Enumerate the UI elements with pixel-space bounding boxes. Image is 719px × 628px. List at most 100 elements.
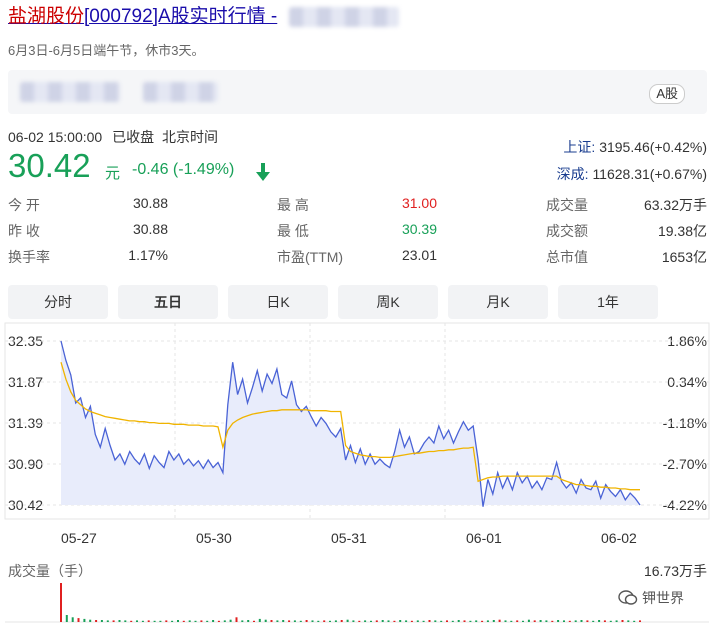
volume-bar — [527, 619, 530, 622]
volume-bar — [71, 617, 74, 622]
volume-bar — [288, 620, 291, 622]
volume-bar — [305, 620, 308, 622]
volume-bar — [264, 619, 267, 622]
volume-bar — [177, 620, 179, 622]
volume-bar — [153, 620, 156, 622]
volume-bar — [346, 619, 349, 622]
volume-bar — [206, 620, 209, 622]
volume-bar — [469, 620, 472, 622]
volume-bar — [130, 620, 133, 622]
volume-bar — [574, 620, 577, 622]
volume-bar — [65, 615, 68, 622]
volume-bar — [609, 620, 612, 622]
volume-bar — [77, 618, 80, 622]
volume-bar — [434, 620, 437, 622]
volume-bar — [557, 620, 560, 622]
volume-bar — [200, 620, 203, 622]
volume-bar — [481, 620, 484, 622]
volume-bar — [516, 620, 519, 622]
volume-bar — [475, 620, 478, 622]
volume-bar — [603, 620, 606, 622]
volume-bar — [539, 620, 542, 622]
x-tick: 05-30 — [196, 530, 232, 546]
volume-bar — [405, 620, 408, 622]
x-tick: 05-27 — [61, 530, 97, 546]
volume-bar — [592, 620, 595, 622]
volume-bar — [615, 620, 618, 622]
x-tick: 06-02 — [601, 530, 637, 546]
volume-bar — [428, 620, 431, 622]
volume-bar — [393, 620, 396, 622]
volume-bar — [621, 620, 624, 622]
volume-title: 成交量（手） — [8, 563, 92, 579]
volume-bar — [276, 620, 279, 622]
volume-bar — [60, 583, 62, 622]
volume-bar — [492, 620, 495, 622]
volume-bar — [141, 620, 144, 622]
volume-bar — [358, 620, 361, 622]
volume-bar — [387, 620, 390, 622]
volume-bar — [136, 620, 138, 622]
volume-bar — [533, 620, 536, 622]
volume-bar — [504, 620, 507, 622]
watermark: 钾世界 — [618, 588, 684, 608]
volume-bar — [457, 620, 460, 622]
volume-bar — [165, 620, 168, 622]
volume-bar — [235, 617, 238, 622]
volume-bar — [299, 620, 302, 622]
volume-bar — [451, 620, 454, 622]
volume-bar — [188, 620, 191, 622]
volume-bar — [639, 620, 641, 622]
volume-bar — [522, 620, 524, 622]
volume-bar — [323, 620, 326, 622]
volume-bar — [229, 619, 232, 622]
volume-bar — [100, 620, 103, 622]
volume-bar — [171, 620, 174, 622]
volume-bar — [627, 620, 630, 622]
volume-bar — [370, 620, 372, 622]
volume-bar — [223, 620, 226, 622]
volume-bar — [106, 620, 109, 622]
volume-bar — [329, 620, 331, 622]
volume-bar — [486, 620, 489, 622]
volume-bar — [580, 620, 583, 622]
volume-bar — [217, 620, 220, 622]
volume-bar — [258, 618, 261, 622]
volume-bar — [194, 620, 197, 622]
volume-bar — [545, 620, 548, 622]
volume-bar — [89, 619, 92, 622]
x-tick: 05-31 — [331, 530, 367, 546]
volume-bar — [311, 620, 314, 622]
volume-bar — [399, 620, 402, 622]
volume-bar — [118, 620, 121, 622]
volume-bar — [563, 620, 565, 622]
volume-bar — [463, 620, 466, 622]
volume-max: 16.73万手 — [643, 563, 707, 579]
volume-bar — [253, 620, 255, 622]
volume-bar — [212, 620, 215, 622]
volume-bar — [633, 620, 636, 622]
volume-bar — [182, 620, 185, 622]
volume-bar — [159, 620, 162, 622]
volume-bar — [95, 620, 98, 622]
volume-bar — [410, 620, 413, 622]
volume-bar — [364, 620, 367, 622]
volume-bar — [422, 620, 425, 622]
x-tick: 06-01 — [466, 530, 502, 546]
wechat-icon — [618, 590, 638, 605]
volume-bar — [440, 620, 443, 622]
volume-bar — [340, 620, 343, 622]
volume-bar — [598, 620, 601, 622]
volume-bar — [498, 619, 501, 622]
volume-bar — [317, 620, 320, 622]
volume-bar — [247, 620, 250, 622]
volume-bar — [446, 620, 448, 622]
volume-bar — [293, 620, 296, 622]
volume-bar — [282, 620, 285, 622]
volume-bar — [375, 620, 378, 622]
volume-bar — [381, 620, 384, 622]
volume-bar — [270, 620, 273, 622]
volume-bar — [83, 618, 86, 622]
price-area — [61, 341, 640, 507]
volume-bar — [112, 620, 115, 622]
